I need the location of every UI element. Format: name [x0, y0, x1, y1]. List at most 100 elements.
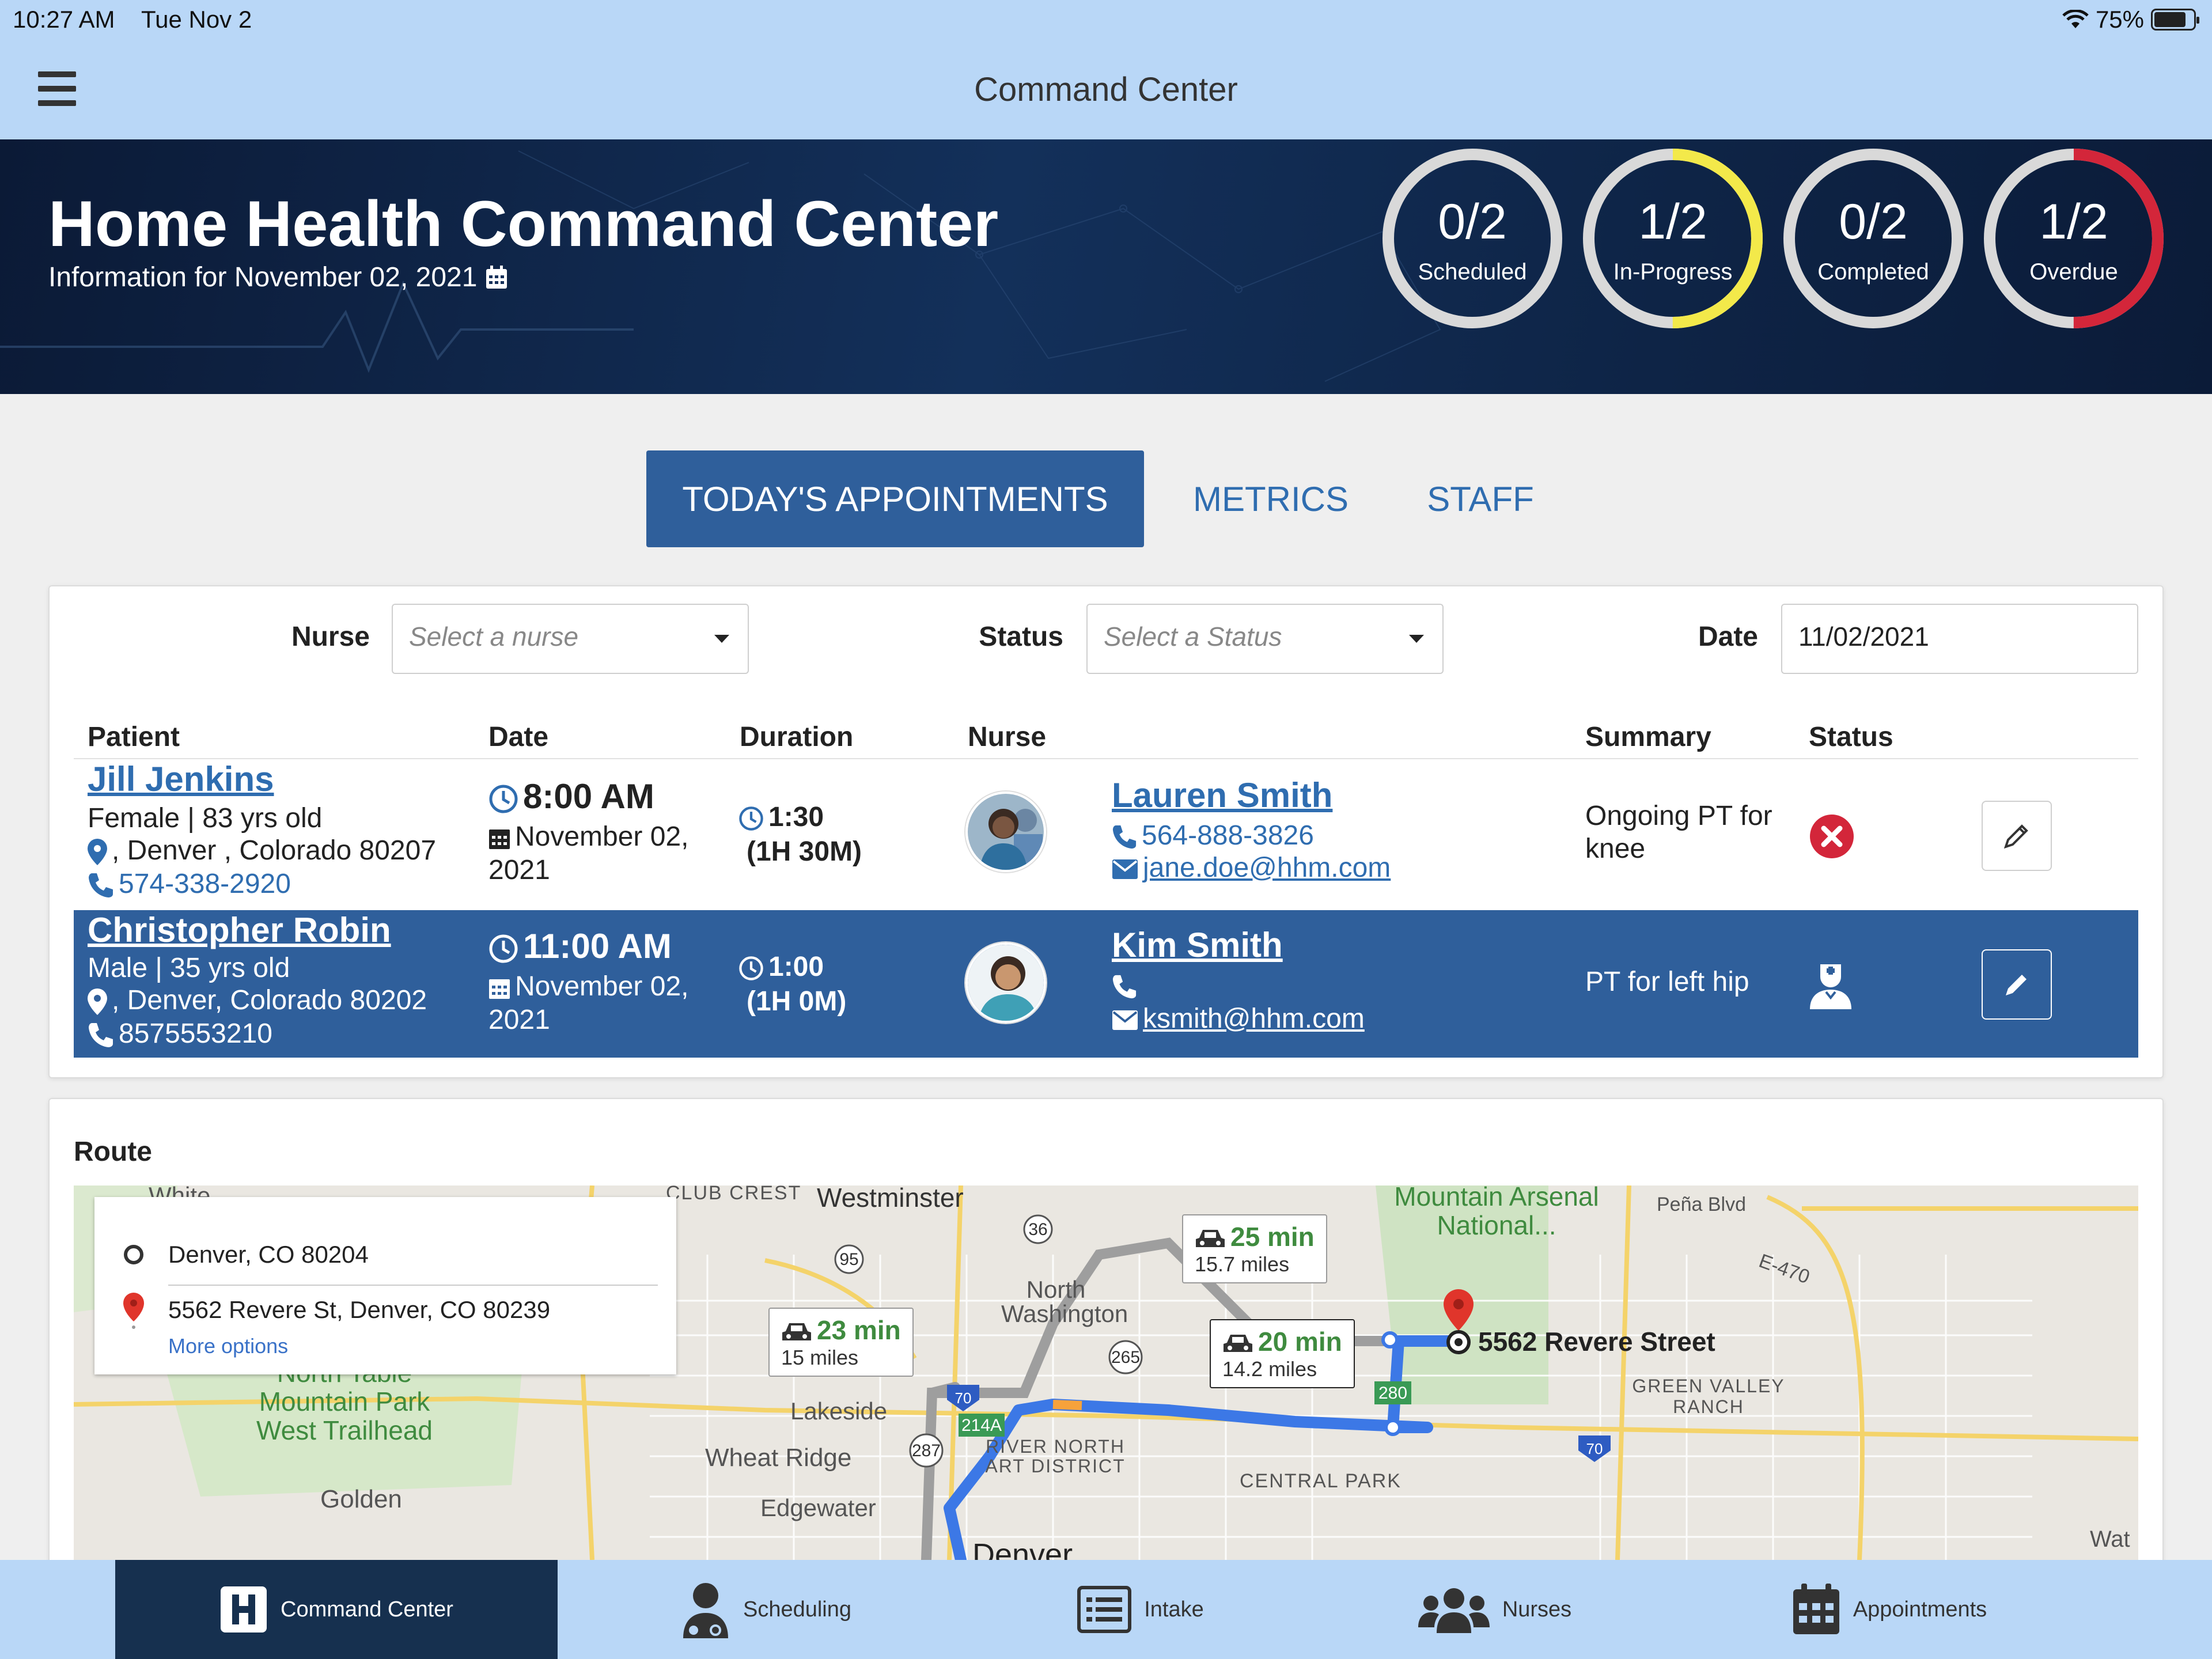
route-option-box[interactable]: 23 min 15 miles [768, 1308, 914, 1377]
map-place-label: Peña Blvd [1657, 1194, 1746, 1215]
route-option-time: 23 min [781, 1315, 901, 1346]
hero-banner: Home Health Command Center Information f… [0, 139, 2212, 394]
wifi-icon [2062, 10, 2089, 28]
edit-appointment-button[interactable] [1982, 949, 2052, 1020]
envelope-icon [1112, 1010, 1138, 1031]
origin-circle-icon [124, 1245, 143, 1264]
directions-panel: Denver, CO 80204 5562 Revere St, Denver,… [94, 1197, 676, 1374]
map-place-label: Golden [320, 1485, 402, 1513]
route-option-miles: 15 miles [781, 1346, 859, 1369]
appointment-date-line1: November 02, [515, 971, 689, 1002]
route-option-time-text: 20 min [1258, 1327, 1342, 1357]
bottom-tab-label: Scheduling [743, 1597, 852, 1622]
route-option-time: 25 min [1195, 1221, 1315, 1252]
route-option-box-selected[interactable]: 20 min 14.2 miles [1210, 1319, 1355, 1388]
nurse-email[interactable]: jane.doe@hhm.com [1112, 851, 1391, 884]
patient-name-link[interactable]: Jill Jenkins [88, 762, 274, 797]
caret-down-icon [1409, 635, 1424, 643]
status-right: 75% [2062, 6, 2199, 33]
tab-todays-appointments[interactable]: TODAY'S APPOINTMENTS [646, 450, 1144, 547]
svg-text:70: 70 [1586, 1440, 1603, 1457]
appointment-time: 8:00 AM [488, 779, 654, 814]
map-place-label: CLUB CREST [666, 1185, 802, 1204]
table-row[interactable]: Jill Jenkins Female | 83 yrs old , Denve… [74, 759, 2138, 909]
nurse-phone[interactable]: 564-888-3826 [1112, 819, 1314, 852]
route-map[interactable]: 36 95 265 287 214A 280 70 70 Westminster… [74, 1185, 2138, 1560]
duration: 1:00 [738, 950, 824, 983]
nurse-in-progress-icon [1810, 964, 1851, 1009]
status-select[interactable]: Select a Status [1086, 604, 1444, 674]
appointment-date: November 02, [488, 970, 688, 1003]
patient-address-text: , Denver , Colorado 80207 [112, 835, 437, 866]
date-input[interactable]: 11/02/2021 [1781, 604, 2138, 674]
car-icon [1224, 1334, 1252, 1352]
status-time: 10:27 AM [13, 6, 115, 33]
patient-name-link[interactable]: Christopher Robin [88, 913, 391, 948]
route-option-miles: 15.7 miles [1195, 1252, 1290, 1276]
clock-icon [489, 934, 518, 963]
pencil-icon [2006, 975, 2027, 995]
header-status: Status [1809, 722, 1893, 752]
stat-label: In-Progress [1613, 259, 1733, 285]
patient-address: , Denver , Colorado 80207 [88, 834, 436, 867]
tab-metrics[interactable]: METRICS [1175, 450, 1366, 547]
nurse-filter-label: Nurse [291, 622, 370, 652]
car-icon [1196, 1229, 1225, 1247]
car-icon [782, 1323, 811, 1340]
bottom-tab-intake[interactable]: Intake [1054, 1560, 1227, 1659]
bottom-tab-appointments[interactable]: Appointments [1786, 1560, 1993, 1659]
phone-icon [1112, 975, 1137, 999]
patient-address: , Denver, Colorado 80202 [88, 984, 427, 1017]
bottom-tab-command-center[interactable]: Command Center [115, 1560, 558, 1659]
hero-subtitle: Information for November 02, 2021 [48, 262, 508, 293]
more-options-link[interactable]: More options [168, 1334, 288, 1358]
header-patient: Patient [88, 722, 180, 752]
status-filter-label: Status [979, 622, 1063, 652]
route-option-box[interactable]: 25 min 15.7 miles [1182, 1214, 1327, 1283]
stat-value: 0/2 [1839, 194, 1908, 249]
patient-phone[interactable]: 8575553210 [88, 1017, 272, 1050]
directions-divider [168, 1285, 658, 1286]
overdue-x-icon [1810, 815, 1854, 858]
pencil-icon [2003, 824, 2028, 849]
stat-scheduled: 0/2 Scheduled [1380, 146, 1565, 331]
hero-subtitle-text: Information for November 02, 2021 [48, 262, 478, 293]
table-row[interactable]: Christopher Robin Male | 35 yrs old , De… [74, 910, 2138, 1058]
svg-text:95: 95 [839, 1250, 858, 1269]
stat-completed: 0/2 Completed [1781, 146, 1965, 331]
map-marker-icon [88, 839, 107, 866]
edit-appointment-button[interactable] [1982, 801, 2052, 871]
patient-phone[interactable]: 574-338-2920 [88, 868, 291, 900]
directions-origin[interactable]: Denver, CO 80204 [168, 1241, 369, 1268]
directions-destination[interactable]: 5562 Revere St, Denver, CO 80239 [168, 1296, 550, 1324]
nurse-name-link[interactable]: Lauren Smith [1112, 778, 1332, 813]
hospital-h-icon [221, 1586, 267, 1633]
patient-phone-text: 574-338-2920 [119, 869, 291, 899]
user-doctor-icon [683, 1583, 728, 1638]
nurse-phone[interactable] [1112, 969, 1142, 1002]
map-place-label: Mountain Arsenal National... [1394, 1185, 1599, 1240]
appointment-date-line2: 2021 [488, 855, 550, 885]
tab-staff[interactable]: STAFF [1394, 450, 1567, 547]
nurse-name-link[interactable]: Kim Smith [1112, 928, 1283, 963]
map-place-label: CENTRAL PARK [1240, 1470, 1402, 1492]
nurse-email[interactable]: ksmith@hhm.com [1112, 1002, 1365, 1035]
duration-long: (1H 30M) [747, 836, 862, 867]
header-date: Date [488, 722, 549, 752]
date-filter-label: Date [1698, 622, 1758, 652]
map-place-label: Wheat Ridge [705, 1444, 852, 1472]
map-place-label: Denver [972, 1537, 1073, 1560]
stat-value: 1/2 [1638, 194, 1707, 249]
calendar-icon [486, 265, 507, 289]
phone-icon [1112, 825, 1137, 849]
bottom-tab-scheduling[interactable]: Scheduling [651, 1560, 881, 1659]
bottom-tab-bar: Command Center Scheduling Intake Nurses … [0, 1560, 2212, 1659]
nurse-select[interactable]: Select a nurse [392, 604, 749, 674]
appointment-time: 11:00 AM [488, 929, 672, 964]
svg-text:265: 265 [1111, 1348, 1140, 1367]
nurse-select-placeholder: Select a nurse [409, 622, 579, 652]
bottom-tab-nurses[interactable]: Nurses [1406, 1560, 1584, 1659]
patient-address-text: , Denver, Colorado 80202 [112, 985, 427, 1016]
status-date: Tue Nov 2 [141, 6, 252, 33]
nav-title: Command Center [974, 71, 1238, 108]
